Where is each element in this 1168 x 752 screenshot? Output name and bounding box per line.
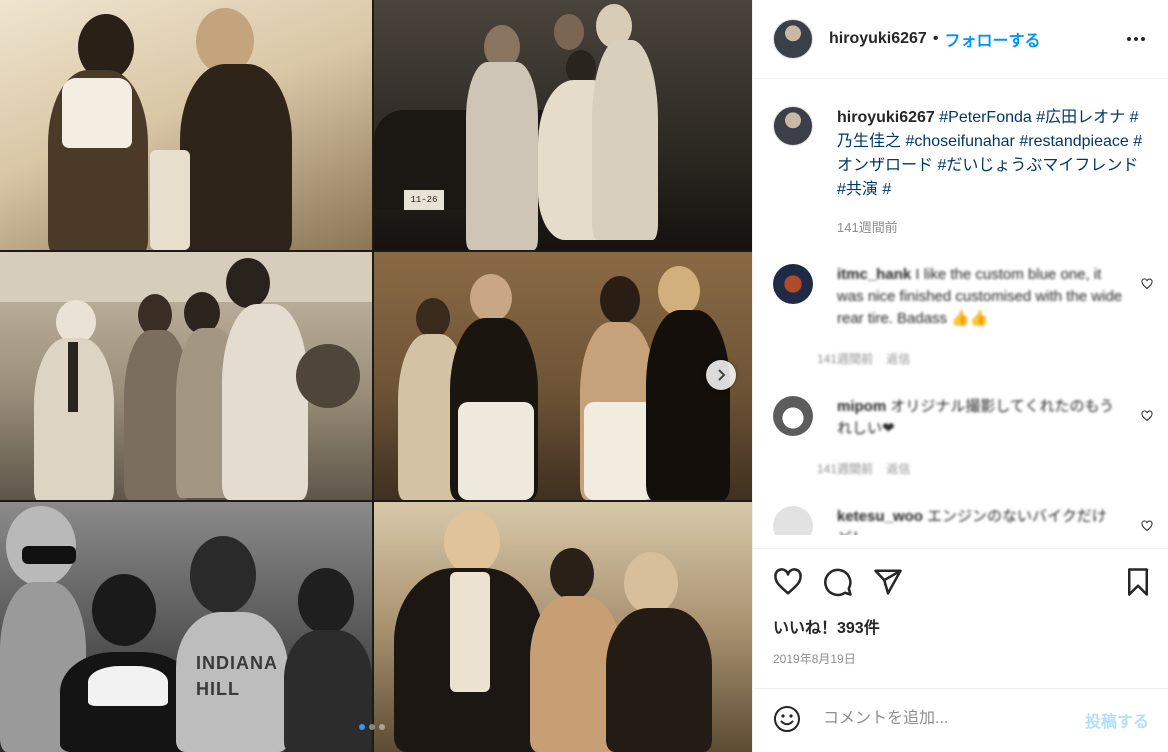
comment-meta: 141週間前 返信 — [817, 350, 910, 367]
comment-item: itmc_hank I like the custom blue one, it… — [773, 264, 1153, 330]
post-comment-button[interactable]: 投稿する — [1085, 708, 1149, 732]
reply-button[interactable]: 返信 — [886, 462, 910, 476]
add-comment-bar: 投稿する — [753, 688, 1168, 752]
carousel-dot-2 — [369, 724, 375, 730]
comment-like-icon[interactable] — [1141, 410, 1153, 422]
caption-username[interactable]: hiroyuki6267 — [837, 109, 935, 126]
comment-avatar[interactable] — [773, 396, 813, 436]
hashtag[interactable]: # — [882, 181, 891, 198]
collage-photo-1 — [0, 0, 372, 250]
collage-photo-3 — [0, 252, 372, 500]
carousel-indicator — [359, 724, 385, 730]
comment-meta: 141週間前 返信 — [817, 460, 910, 477]
comment-text: mipom オリジナル撮影してくれたのもうれしい❤ — [837, 396, 1127, 440]
more-icon[interactable] — [1125, 30, 1147, 48]
post-caption: hiroyuki6267 #PeterFonda #広田レオナ #乃生佳之 #c… — [773, 106, 1153, 202]
comment-text: itmc_hank I like the custom blue one, it… — [837, 264, 1127, 330]
comment-like-icon[interactable] — [1141, 520, 1153, 532]
header-username[interactable]: hiroyuki6267 — [829, 30, 927, 48]
chevron-right-icon — [718, 369, 726, 381]
heart-icon[interactable] — [773, 567, 803, 597]
hashtag[interactable]: #広田レオナ — [1036, 109, 1125, 126]
hashtag[interactable]: #PeterFonda — [939, 109, 1032, 126]
comment-item: ketesu_woo エンジンのないバイクだけど！ — [773, 506, 1153, 535]
comment-icon[interactable] — [823, 567, 853, 597]
comment-time: 141週間前 — [817, 352, 874, 366]
likes-count[interactable]: いいね！393件 — [773, 614, 880, 638]
comment-username[interactable]: itmc_hank — [837, 266, 911, 283]
smile-icon[interactable] — [773, 705, 801, 733]
comment-text: ketesu_woo エンジンのないバイクだけど！ — [837, 506, 1127, 535]
avatar[interactable] — [773, 19, 813, 59]
bookmark-icon[interactable] — [1123, 567, 1153, 597]
comment-username[interactable]: mipom — [837, 398, 886, 415]
hashtag[interactable]: #choseifunahar — [905, 133, 1014, 150]
comment-username[interactable]: ketesu_woo — [837, 508, 923, 525]
follow-button[interactable]: フォローする — [944, 27, 1040, 51]
post-header: hiroyuki6267 • フォローする — [753, 0, 1168, 79]
comment-time: 141週間前 — [817, 462, 874, 476]
comment-input[interactable] — [823, 707, 1073, 731]
carousel-dot-1 — [359, 724, 365, 730]
caption-text: hiroyuki6267 #PeterFonda #広田レオナ #乃生佳之 #c… — [837, 106, 1147, 202]
collage-photo-2: 11-26 — [374, 0, 752, 250]
comment-avatar[interactable] — [773, 264, 813, 304]
hashtag[interactable]: #だいじょうぶマイフレンド — [937, 157, 1138, 174]
shirt-text: INDIANA HILL — [196, 653, 278, 699]
post-actions-bar — [753, 548, 1168, 597]
collage-photo-6 — [374, 502, 752, 752]
reply-button[interactable]: 返信 — [886, 352, 910, 366]
comment-item: mipom オリジナル撮影してくれたのもうれしい❤ — [773, 396, 1153, 440]
caption-avatar[interactable] — [773, 106, 813, 146]
carousel-next-button[interactable] — [706, 360, 736, 390]
post-date: 2019年8月19日 — [773, 652, 856, 666]
carousel-dot-3 — [379, 724, 385, 730]
post-media-collage[interactable]: 11-26 INDIANA HILL — [0, 0, 752, 752]
license-plate: 11-26 — [404, 190, 444, 210]
hashtag[interactable]: #共演 — [837, 181, 878, 198]
collage-photo-5: INDIANA HILL — [0, 502, 372, 752]
comments-list[interactable]: hiroyuki6267 #PeterFonda #広田レオナ #乃生佳之 #c… — [753, 80, 1168, 535]
comment-avatar[interactable] — [773, 506, 813, 535]
post-side-panel: hiroyuki6267 • フォローする hiroyuki6267 #Pete… — [752, 0, 1168, 752]
caption-timestamp: 141週間前 — [837, 220, 898, 235]
header-separator: • — [932, 30, 939, 47]
comment-like-icon[interactable] — [1141, 278, 1153, 290]
collage-photo-4 — [374, 252, 752, 500]
share-icon[interactable] — [873, 567, 903, 597]
hashtag[interactable]: #restandpieace — [1019, 133, 1128, 150]
